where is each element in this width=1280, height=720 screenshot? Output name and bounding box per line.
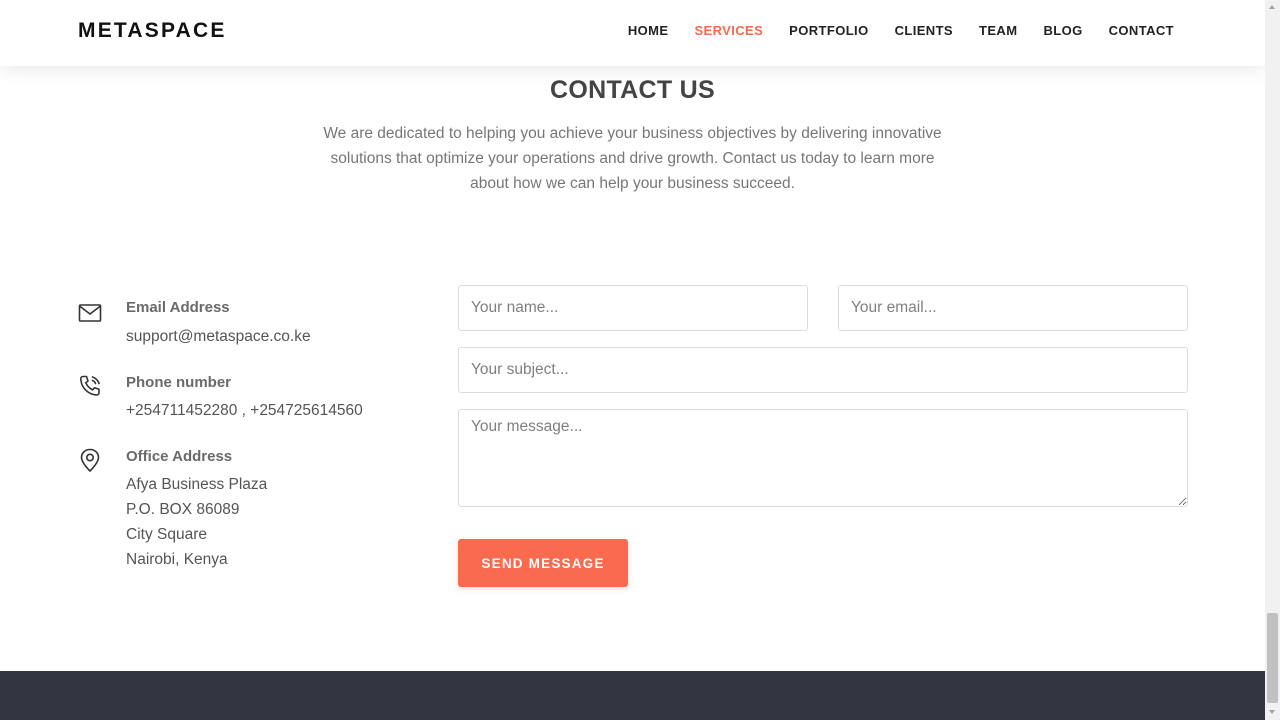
office-line: Afya Business Plaza [126,476,268,493]
office-line: Nairobi, Kenya [126,551,228,568]
message-textarea[interactable] [458,409,1188,507]
nav-clients[interactable]: CLIENTS [895,23,953,38]
office-title: Office Address [126,448,233,465]
nav-team[interactable]: TEAM [979,23,1017,38]
email-title: Email Address [126,299,230,316]
nav-portfolio[interactable]: PORTFOLIO [789,23,868,38]
logo[interactable]: METASPACE [78,19,227,43]
scroll-up-arrow-icon[interactable] [1265,0,1280,15]
footer [0,671,1265,720]
office-line: City Square [126,526,207,543]
scroll-thumb[interactable] [1267,613,1278,703]
header: METASPACE HOME SERVICES PORTFOLIO CLIENT… [0,0,1265,66]
section-title: CONTACT US [549,76,716,104]
office-line: P.O. BOX 86089 [126,501,240,518]
email-input[interactable] [838,285,1188,331]
page: METASPACE HOME SERVICES PORTFOLIO CLIENT… [0,0,1265,720]
map-pin-icon [78,448,102,472]
page-scrollbar[interactable] [1265,0,1280,720]
email-value[interactable]: support@metaspace.co.ke [126,328,311,346]
send-message-button[interactable]: SEND MESSAGE [458,539,628,587]
main-nav: HOME SERVICES PORTFOLIO CLIENTS TEAM BLO… [628,23,1174,38]
phone-value[interactable]: +254711452280 , +254725614560 [126,402,363,420]
phone-title: Phone number [126,374,232,391]
nav-blog[interactable]: BLOG [1043,23,1082,38]
section-subtitle: We are dedicated to helping you achieve … [323,125,942,192]
name-input[interactable] [458,285,808,331]
nav-home[interactable]: HOME [628,23,669,38]
scroll-down-arrow-icon[interactable] [1265,705,1280,720]
phone-icon [78,374,102,398]
subject-input[interactable] [458,347,1188,393]
envelope-icon [78,301,102,325]
nav-contact[interactable]: CONTACT [1109,23,1174,38]
nav-services[interactable]: SERVICES [694,23,763,38]
